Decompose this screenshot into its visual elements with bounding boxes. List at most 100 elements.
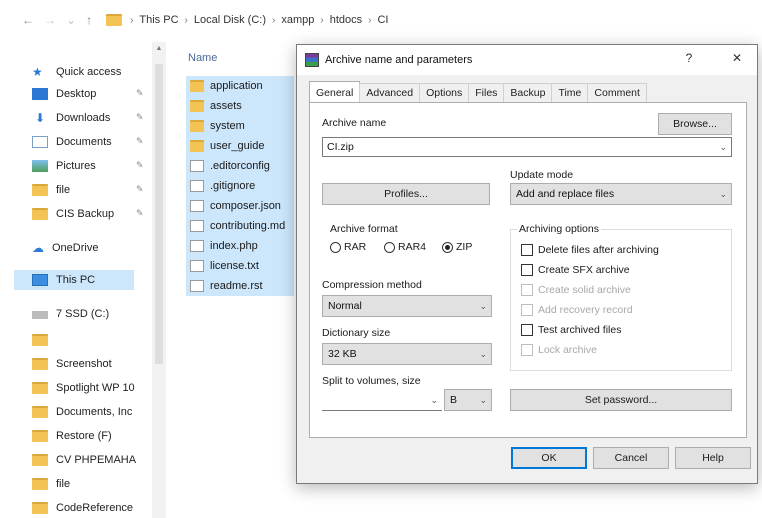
lock-archive-checkbox: Lock archive (521, 342, 597, 358)
nav-item-this-pc[interactable]: This PC (14, 270, 134, 290)
delete-files-checkbox[interactable]: Delete files after archiving (521, 242, 659, 258)
nav-item-downloads[interactable]: ⬇ Downloads (32, 108, 110, 128)
option-label: Test archived files (538, 324, 622, 336)
nav-item-ssd[interactable]: 7 SSD (C:) (32, 304, 109, 324)
breadcrumb-ci[interactable]: CI (377, 14, 388, 26)
nav-item-documents[interactable]: Documents (32, 132, 112, 152)
format-rar-radio[interactable]: RAR (330, 241, 366, 253)
up-arrow-icon[interactable]: ↑ (86, 13, 92, 27)
radio-icon (384, 241, 395, 253)
checkbox-icon (521, 284, 533, 296)
nav-item-label: Downloads (56, 112, 111, 124)
recent-dropdown-icon[interactable]: ⌄ (66, 13, 76, 27)
file-row-composer[interactable]: composer.json (186, 196, 294, 216)
nav-item-screenshot[interactable]: Screenshot (32, 354, 112, 374)
back-arrow-icon[interactable]: ← (22, 13, 34, 27)
help-button[interactable]: Help (675, 447, 751, 469)
nav-item-pictures[interactable]: Pictures (32, 156, 96, 176)
compression-method-select[interactable]: Normal ⌄ (322, 295, 492, 317)
set-password-button[interactable]: Set password... (510, 389, 732, 411)
tab-files[interactable]: Files (468, 83, 505, 103)
scrollbar-thumb[interactable] (155, 64, 163, 364)
nav-item-label: Spotlight WP 10 (56, 382, 135, 394)
file-icon (190, 240, 204, 252)
tab-comment[interactable]: Comment (587, 83, 647, 103)
breadcrumb-local-disk[interactable]: Local Disk (C:) (194, 14, 266, 26)
dictionary-size-select[interactable]: 32 KB ⌄ (322, 343, 492, 365)
browse-button[interactable]: Browse... (658, 113, 732, 135)
cloud-icon: ☁ (32, 241, 44, 255)
nav-item-label: Restore (F) (56, 430, 112, 442)
archive-name-input[interactable]: CI.zip ⌄ (322, 137, 732, 157)
folder-icon (32, 382, 48, 394)
winrar-icon (305, 53, 319, 67)
folder-icon (32, 334, 48, 346)
chevron-down-icon: ⌄ (719, 189, 727, 199)
file-row-license[interactable]: license.txt (186, 256, 294, 276)
file-row-editorconfig[interactable]: .editorconfig (186, 156, 294, 176)
folder-icon (32, 478, 48, 490)
file-row-assets[interactable]: assets (186, 96, 294, 116)
chevron-down-icon[interactable]: ⌄ (430, 391, 438, 409)
split-size-input[interactable]: ⌄ (322, 391, 442, 411)
chevron-down-icon[interactable]: ⌄ (719, 138, 727, 156)
tab-backup[interactable]: Backup (503, 83, 553, 103)
format-rar4-radio[interactable]: RAR4 (384, 241, 426, 253)
nav-item-cv-phpemaha[interactable]: CV PHPEMAHA (32, 450, 136, 470)
nav-item-cis-backup[interactable]: CIS Backup (32, 204, 114, 224)
forward-arrow-icon[interactable]: → (44, 13, 56, 27)
file-row-readme[interactable]: readme.rst (186, 276, 294, 296)
nav-scrollbar[interactable]: ▲ (152, 42, 166, 518)
pictures-icon (32, 160, 48, 172)
file-row-index[interactable]: index.php (186, 236, 294, 256)
tab-time[interactable]: Time (551, 83, 589, 103)
tab-options[interactable]: Options (419, 83, 470, 103)
radio-icon (330, 241, 341, 253)
create-solid-checkbox: Create solid archive (521, 282, 631, 298)
column-header-name[interactable]: Name (188, 52, 217, 64)
nav-item-documents-inc[interactable]: Documents, Inc (32, 402, 132, 422)
nav-item-file-2[interactable]: file (32, 474, 70, 494)
file-row-system[interactable]: system (186, 116, 294, 136)
update-mode-select[interactable]: Add and replace files ⌄ (510, 183, 732, 205)
compression-method-value: Normal (328, 300, 362, 312)
checkbox-icon (521, 304, 533, 316)
create-sfx-checkbox[interactable]: Create SFX archive (521, 262, 630, 278)
close-icon[interactable]: ✕ (727, 51, 747, 65)
format-zip-radio[interactable]: ZIP (442, 241, 472, 253)
nav-item-restore[interactable]: Restore (F) (32, 426, 112, 446)
help-icon[interactable]: ? (679, 51, 699, 65)
breadcrumb-this-pc[interactable]: This PC (139, 14, 178, 26)
file-row-user-guide[interactable]: user_guide (186, 136, 294, 156)
split-unit-select[interactable]: B ⌄ (444, 389, 492, 411)
scroll-up-icon[interactable]: ▲ (152, 42, 166, 56)
breadcrumb-htdocs[interactable]: htdocs (330, 14, 362, 26)
cancel-button[interactable]: Cancel (593, 447, 669, 469)
nav-item-onedrive[interactable]: ☁ OneDrive (32, 238, 98, 258)
file-icon (190, 180, 204, 192)
computer-icon (32, 274, 48, 286)
nav-item-quick-access[interactable]: ★ Quick access (32, 62, 121, 82)
nav-item-label: 7 SSD (C:) (56, 308, 110, 320)
nav-item-desktop[interactable]: Desktop (32, 84, 96, 104)
file-row-application[interactable]: application (186, 76, 294, 96)
chevron-down-icon: ⌄ (479, 395, 487, 405)
file-row-gitignore[interactable]: .gitignore (186, 176, 294, 196)
ok-button[interactable]: OK (511, 447, 587, 469)
compression-method-label: Compression method (322, 279, 422, 291)
nav-item-folder[interactable] (32, 330, 56, 350)
tab-general[interactable]: General (309, 81, 361, 103)
dialog-titlebar[interactable]: Archive name and parameters ? ✕ (297, 45, 757, 75)
file-row-contributing[interactable]: contributing.md (186, 216, 294, 236)
split-volumes-label: Split to volumes, size (322, 375, 421, 387)
tab-advanced[interactable]: Advanced (359, 83, 421, 103)
pin-icon: ✎ (136, 208, 144, 218)
nav-item-spotlight[interactable]: Spotlight WP 10 (32, 378, 135, 398)
nav-item-file[interactable]: file (32, 180, 70, 200)
profiles-button[interactable]: Profiles... (322, 183, 490, 205)
test-files-checkbox[interactable]: Test archived files (521, 322, 621, 338)
breadcrumb-xampp[interactable]: xampp (281, 14, 314, 26)
pin-icon: ✎ (136, 88, 144, 98)
nav-item-codereference[interactable]: CodeReference (32, 498, 133, 518)
folder-icon (32, 430, 48, 442)
